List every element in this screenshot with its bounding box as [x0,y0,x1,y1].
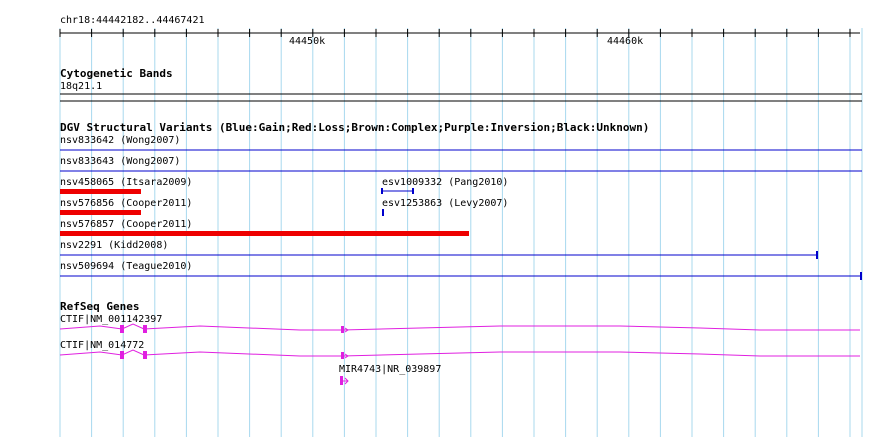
gene-label[interactable]: MIR4743|NR_039897 [339,364,441,375]
cytoband-bar[interactable] [60,93,862,102]
variant-bar-nsv458065[interactable] [60,189,141,194]
refseq-features [59,323,860,385]
variant-label[interactable]: nsv833643 (Wong2007) [60,156,180,167]
track-title-dgv: DGV Structural Variants (Blue:Gain;Red:L… [60,121,650,134]
gene-model-ctif-nm-014772[interactable] [59,349,860,359]
track-title-refseq-genes: RefSeq Genes [60,300,140,313]
ruler-coordinates: chr18:44442182..44467421 [60,15,205,26]
ruler [59,29,860,37]
gene-label[interactable]: CTIF|NM_014772 [60,340,144,351]
variant-label[interactable]: nsv458065 (Itsara2009) [60,177,192,188]
variant-label[interactable]: nsv576857 (Cooper2011) [60,219,192,230]
gene-model-ctif-nm-001142397[interactable] [59,323,860,333]
variant-bar-nsv576857[interactable] [60,231,469,236]
variant-label[interactable]: nsv833642 (Wong2007) [60,135,180,146]
variant-label[interactable]: nsv2291 (Kidd2008) [60,240,168,251]
variant-label[interactable]: esv1253863 (Levy2007) [382,198,508,209]
track-title-cytogenetic-bands: Cytogenetic Bands [60,67,173,80]
variant-bar-nsv576856[interactable] [60,210,141,215]
ruler-tick-label: 44460k [607,36,644,47]
ruler-tick-label: 44450k [289,36,326,47]
variant-bar-nsv2291[interactable] [60,251,818,259]
variant-label[interactable]: nsv576856 (Cooper2011) [60,198,192,209]
cytoband-label[interactable]: 18q21.1 [60,81,102,92]
variant-label[interactable]: esv1009332 (Pang2010) [382,177,508,188]
variant-bar-esv1009332[interactable] [381,188,414,194]
variant-bar-nsv509694[interactable] [60,272,862,280]
gene-label[interactable]: CTIF|NM_001142397 [60,314,162,325]
variant-label[interactable]: nsv509694 (Teague2010) [60,261,192,272]
